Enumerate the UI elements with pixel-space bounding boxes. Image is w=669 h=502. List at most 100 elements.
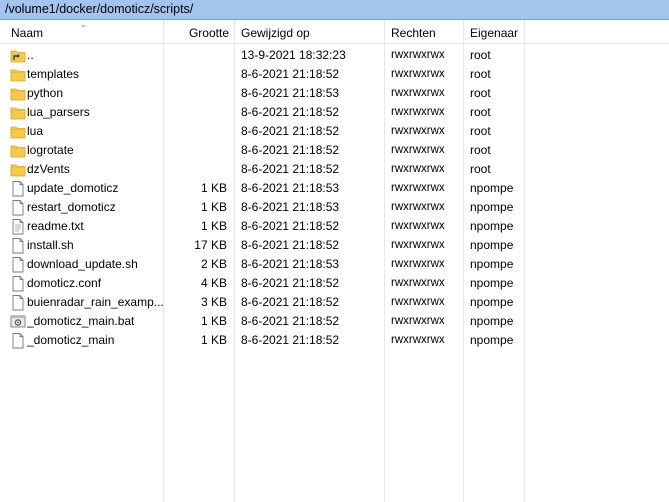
file-modified: 8-6-2021 21:18:52 bbox=[241, 143, 340, 157]
file-owner: root bbox=[470, 86, 491, 100]
column-header-modified[interactable]: Gewijzigd op bbox=[241, 20, 310, 44]
file-rights: rwxrwxrwx bbox=[391, 277, 445, 289]
file-rights: rwxrwxrwx bbox=[391, 68, 445, 80]
file-rights: rwxrwxrwx bbox=[391, 182, 445, 194]
file-rights: rwxrwxrwx bbox=[391, 220, 445, 232]
file-row[interactable]: _domoticz_main 1 KB 8-6-2021 21:18:52 rwxrw… bbox=[0, 331, 669, 350]
file-size: 17 KB bbox=[194, 238, 227, 252]
file-size bbox=[165, 160, 227, 179]
file-size: 2 KB bbox=[200, 257, 227, 271]
file-name: logrotate bbox=[27, 143, 74, 157]
column-header: ⌄ Naam Grootte Gewijzigd op Rechten Eige… bbox=[0, 20, 669, 44]
file-row[interactable]: templates 8-6-2021 21:18:52 rwxrwxrwx root bbox=[0, 65, 669, 84]
file-icon bbox=[10, 237, 26, 254]
file-icon bbox=[10, 294, 26, 311]
sort-ascending-icon: ⌄ bbox=[80, 20, 87, 29]
folder-icon bbox=[10, 66, 26, 83]
file-rights: rwxrwxrwx bbox=[391, 49, 445, 61]
file-rights: rwxrwxrwx bbox=[391, 201, 445, 213]
file-owner: root bbox=[470, 48, 491, 62]
file-name: download_update.sh bbox=[27, 257, 138, 271]
file-name: buienradar_rain_examp... bbox=[27, 295, 163, 309]
file-row[interactable]: buienradar_rain_examp... 3 KB 8-6-2021 21:… bbox=[0, 293, 669, 312]
file-rights: rwxrwxrwx bbox=[391, 334, 445, 346]
file-modified: 8-6-2021 21:18:52 bbox=[241, 333, 340, 347]
file-name: _domoticz_main bbox=[27, 333, 115, 347]
file-owner: root bbox=[470, 67, 491, 81]
file-row[interactable]: download_update.sh 2 KB 8-6-2021 21:18:53 r… bbox=[0, 255, 669, 274]
file-size: 3 KB bbox=[200, 295, 227, 309]
file-modified: 8-6-2021 21:18:53 bbox=[241, 86, 340, 100]
file-row[interactable]: python 8-6-2021 21:18:53 rwxrwxrwx root bbox=[0, 84, 669, 103]
file-row[interactable]: .. 13-9-2021 18:32:23 rwxrwxrwx root bbox=[0, 46, 669, 65]
file-rights: rwxrwxrwx bbox=[391, 106, 445, 118]
file-size: 1 KB bbox=[200, 333, 227, 347]
column-header-rights[interactable]: Rechten bbox=[391, 20, 436, 44]
column-header-owner[interactable]: Eigenaar bbox=[470, 20, 518, 44]
file-size bbox=[165, 46, 227, 65]
file-rights: rwxrwxrwx bbox=[391, 144, 445, 156]
file-owner: npompe bbox=[470, 219, 514, 233]
file-size bbox=[165, 84, 227, 103]
file-modified: 8-6-2021 21:18:52 bbox=[241, 276, 340, 290]
file-row[interactable]: update_domoticz 1 KB 8-6-2021 21:18:53 rwxr… bbox=[0, 179, 669, 198]
folder-icon bbox=[10, 161, 26, 178]
file-row[interactable]: readme.txt 1 KB 8-6-2021 21:18:52 rwxrwxrwx… bbox=[0, 217, 669, 236]
file-rights: rwxrwxrwx bbox=[391, 296, 445, 308]
file-icon bbox=[10, 332, 26, 349]
file-owner: npompe bbox=[470, 181, 514, 195]
file-row[interactable]: install.sh 17 KB 8-6-2021 21:18:52 rwxrwxrw… bbox=[0, 236, 669, 255]
file-modified: 8-6-2021 21:18:52 bbox=[241, 105, 340, 119]
file-modified: 8-6-2021 21:18:52 bbox=[241, 219, 340, 233]
file-size bbox=[165, 122, 227, 141]
file-owner: root bbox=[470, 162, 491, 176]
file-name: lua bbox=[27, 124, 44, 138]
file-rights: rwxrwxrwx bbox=[391, 239, 445, 251]
file-modified: 8-6-2021 21:18:52 bbox=[241, 124, 340, 138]
file-icon bbox=[10, 256, 26, 273]
file-rights: rwxrwxrwx bbox=[391, 87, 445, 99]
file-size: 4 KB bbox=[200, 276, 227, 290]
path-bar[interactable]: /volume1/docker/domoticz/scripts/ bbox=[0, 0, 669, 20]
path-text: /volume1/docker/domoticz/scripts/ bbox=[5, 2, 194, 16]
file-size: 1 KB bbox=[200, 314, 227, 328]
file-owner: npompe bbox=[470, 238, 514, 252]
file-owner: root bbox=[470, 124, 491, 138]
file-owner: root bbox=[470, 143, 491, 157]
folder-icon bbox=[10, 142, 26, 159]
folder-icon bbox=[10, 123, 26, 140]
file-row[interactable]: lua 8-6-2021 21:18:52 rwxrwxrwx root bbox=[0, 122, 669, 141]
file-row[interactable]: restart_domoticz 1 KB 8-6-2021 21:18:53 rwx… bbox=[0, 198, 669, 217]
file-name: restart_domoticz bbox=[27, 200, 116, 214]
file-name: dzVents bbox=[27, 162, 70, 176]
column-header-size[interactable]: Grootte bbox=[165, 20, 229, 44]
batch-file-icon bbox=[10, 313, 26, 330]
file-modified: 13-9-2021 18:32:23 bbox=[241, 48, 346, 62]
file-size bbox=[165, 65, 227, 84]
file-row[interactable]: domoticz.conf 4 KB 8-6-2021 21:18:52 rwxrwx… bbox=[0, 274, 669, 293]
file-row[interactable]: dzVents 8-6-2021 21:18:52 rwxrwxrwx root bbox=[0, 160, 669, 179]
file-rights: rwxrwxrwx bbox=[391, 125, 445, 137]
file-rights: rwxrwxrwx bbox=[391, 315, 445, 327]
file-rights: rwxrwxrwx bbox=[391, 163, 445, 175]
file-icon bbox=[10, 180, 26, 197]
file-name: python bbox=[27, 86, 64, 100]
folder-icon bbox=[10, 104, 26, 121]
file-name: _domoticz_main.bat bbox=[27, 314, 135, 328]
file-icon bbox=[10, 275, 26, 292]
file-modified: 8-6-2021 21:18:53 bbox=[241, 181, 340, 195]
file-owner: npompe bbox=[470, 200, 514, 214]
file-size bbox=[165, 103, 227, 122]
column-header-name[interactable]: Naam bbox=[11, 20, 43, 44]
file-row[interactable]: logrotate 8-6-2021 21:18:52 rwxrwxrwx root bbox=[0, 141, 669, 160]
text-file-icon bbox=[10, 218, 26, 235]
file-name: install.sh bbox=[27, 238, 74, 252]
file-modified: 8-6-2021 21:18:52 bbox=[241, 67, 340, 81]
file-name: templates bbox=[27, 67, 80, 81]
file-modified: 8-6-2021 21:18:53 bbox=[241, 257, 340, 271]
file-row[interactable]: _domoticz_main.bat 1 KB 8-6-2021 21:18:52 r… bbox=[0, 312, 669, 331]
file-owner: npompe bbox=[470, 314, 514, 328]
file-modified: 8-6-2021 21:18:52 bbox=[241, 314, 340, 328]
file-name: domoticz.conf bbox=[27, 276, 102, 290]
file-row[interactable]: lua_parsers 8-6-2021 21:18:52 rwxrwxrwx roo… bbox=[0, 103, 669, 122]
